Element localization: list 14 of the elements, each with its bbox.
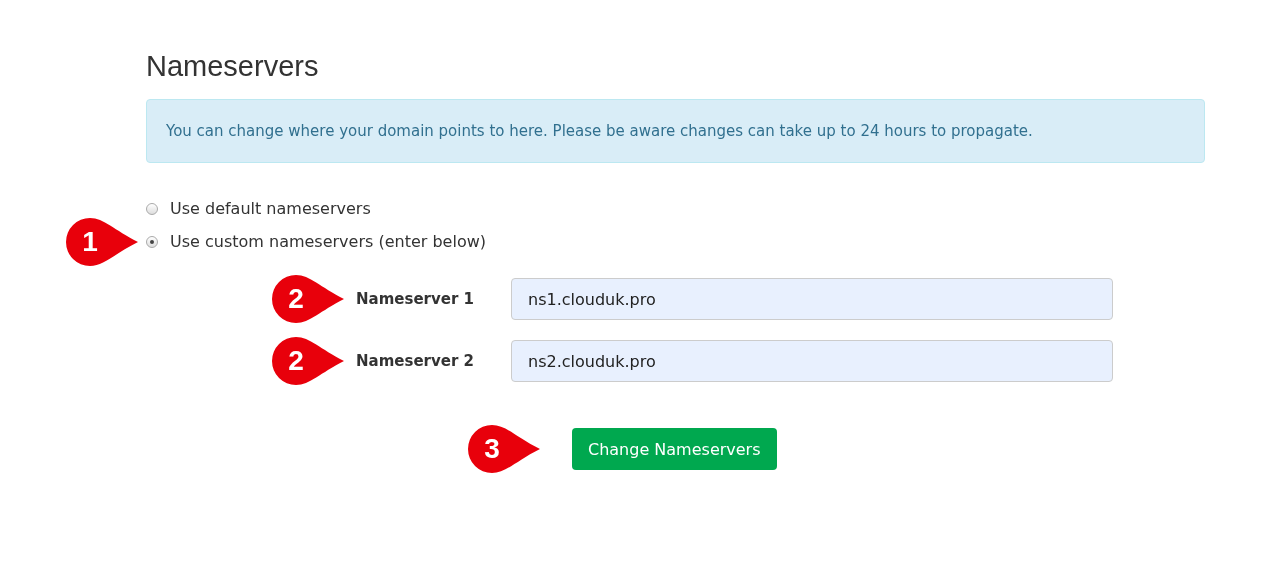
nameserver-input[interactable]: ns1.clouduk.pro [511,278,1113,320]
step-marker: 2 [272,275,344,323]
section-heading: Nameservers [146,49,320,84]
info-alert: You can change where your domain points to here. Please be aware changes can take up to 24 hours to propagate. [146,99,1205,163]
field-label: Nameserver 1 [356,290,475,308]
radio-label[interactable]: Use default nameservers [170,199,371,219]
step-marker: 3 [468,425,540,473]
radio-button[interactable] [146,236,158,248]
radio-label[interactable]: Use custom nameservers (enter below) [170,232,486,252]
step-marker: 2 [272,337,344,385]
radio-button[interactable] [146,203,158,215]
step-marker: 1 [66,218,138,266]
nameserver-input[interactable]: ns2.clouduk.pro [511,340,1113,382]
field-label: Nameserver 2 [356,352,475,370]
